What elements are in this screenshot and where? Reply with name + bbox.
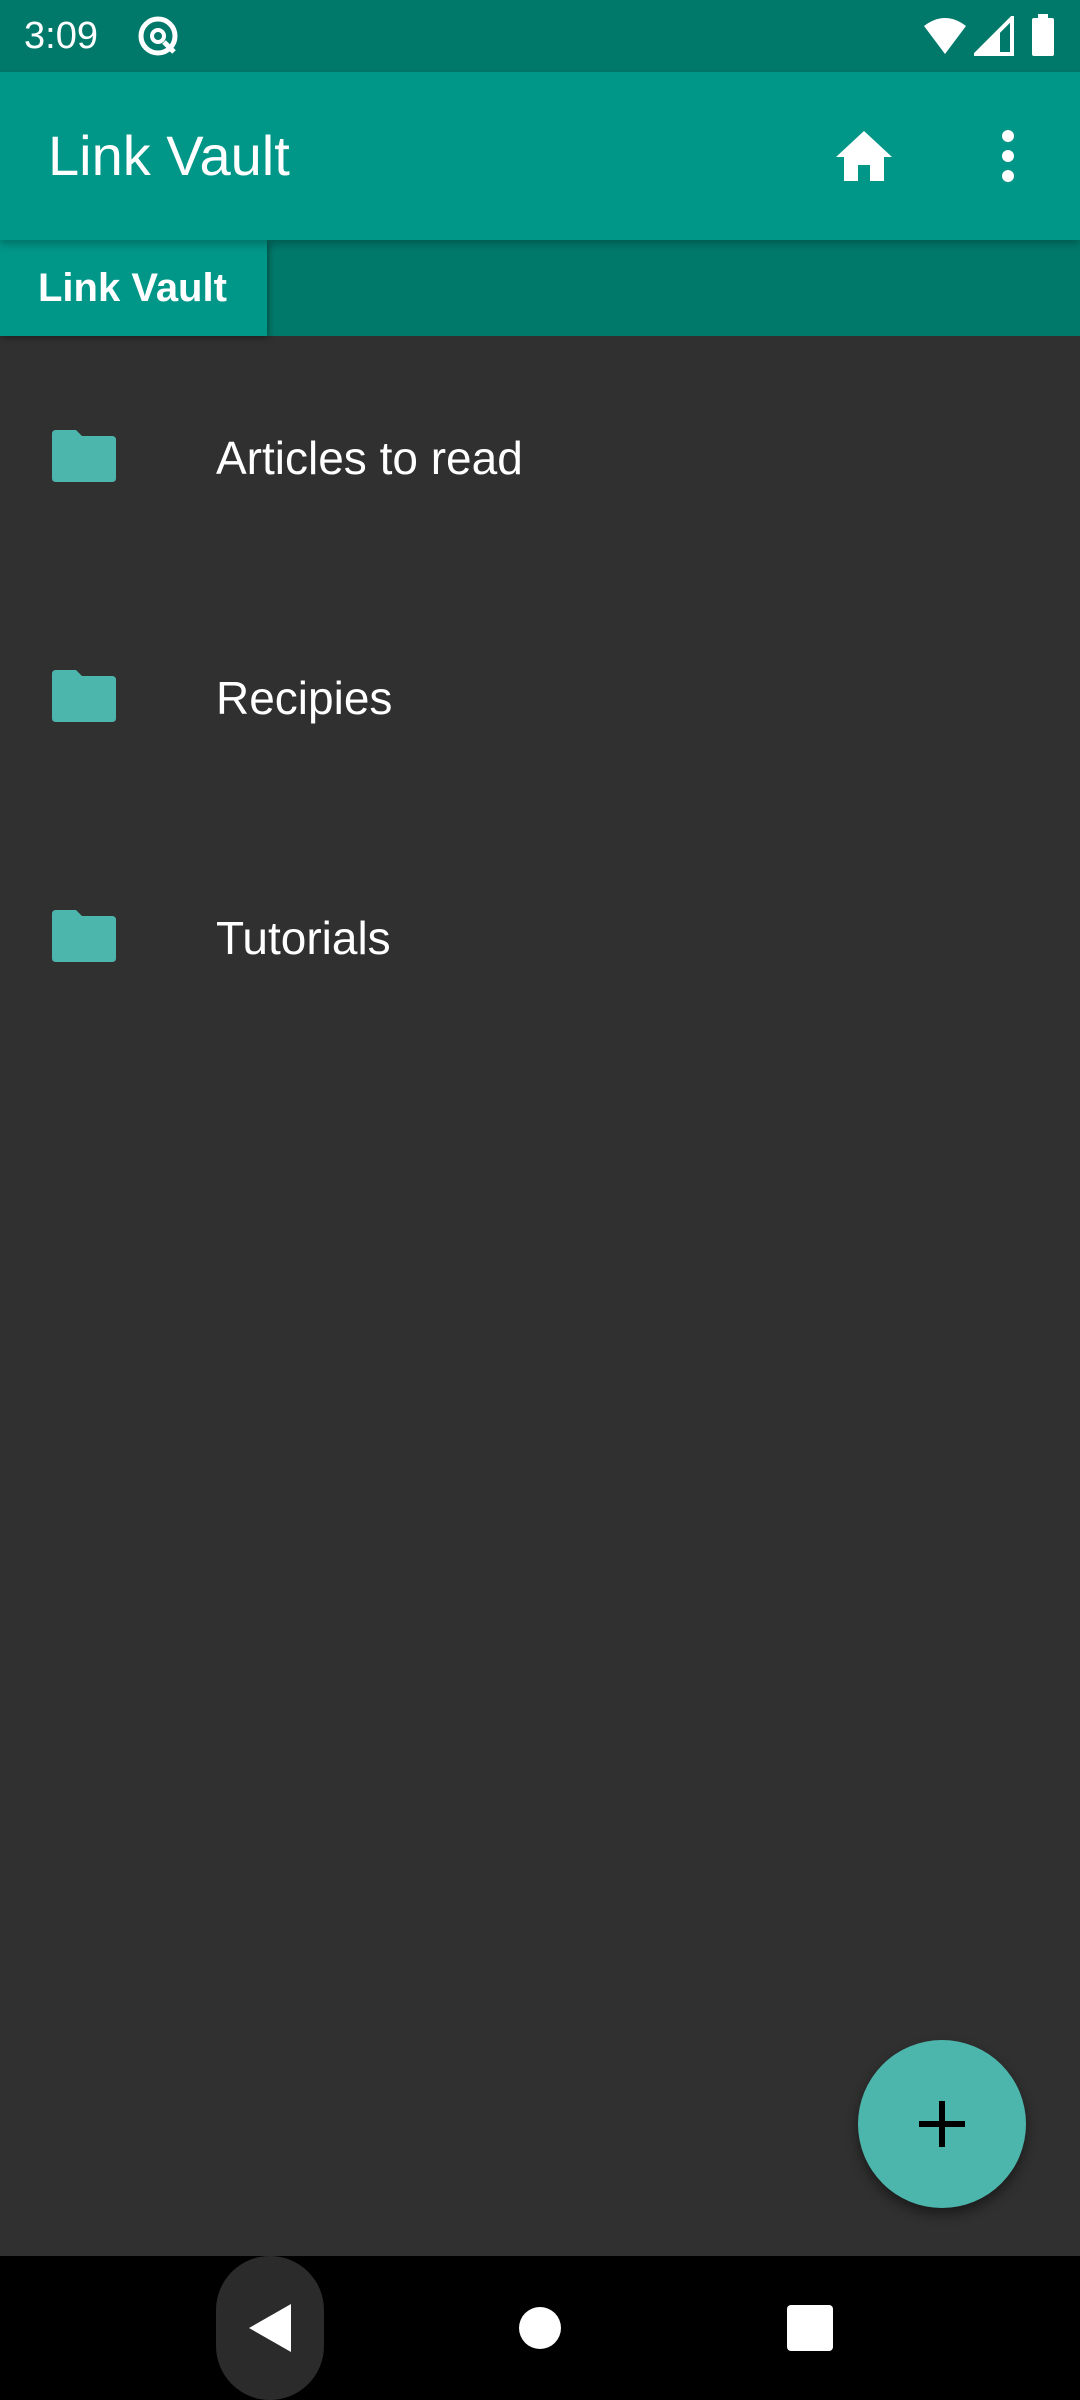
home-circle-icon <box>519 2307 561 2349</box>
at-sign-icon <box>138 16 178 56</box>
app-bar: Link Vault <box>0 72 1080 240</box>
folder-icon <box>52 910 116 962</box>
list-item-recipies[interactable]: Recipies <box>0 576 1080 816</box>
more-vert-icon <box>1002 130 1014 182</box>
list-item-tutorials[interactable]: Tutorials <box>0 816 1080 1056</box>
add-folder-button[interactable] <box>858 2040 1026 2208</box>
back-icon <box>249 2304 291 2352</box>
add-icon <box>919 2101 965 2147</box>
home-button[interactable] <box>828 120 900 192</box>
folder-list: Articles to read Recipies Tutorials <box>0 336 1080 1056</box>
screen: 3:09 Link Vault Link Vault Articles to r… <box>0 0 1080 2400</box>
nav-back-button[interactable] <box>216 2256 324 2400</box>
recents-square-icon <box>787 2305 833 2351</box>
breadcrumb: Link Vault <box>0 240 1080 336</box>
status-bar: 3:09 <box>0 0 1080 72</box>
system-nav-bar <box>0 2256 1080 2400</box>
folder-label: Tutorials <box>216 912 391 964</box>
nav-home-button[interactable] <box>486 2274 594 2382</box>
nav-recents-button[interactable] <box>756 2274 864 2382</box>
folder-icon <box>52 670 116 722</box>
app-title: Link Vault <box>48 124 290 187</box>
more-options-button[interactable] <box>972 120 1044 192</box>
folder-label: Articles to read <box>216 432 523 484</box>
battery-icon <box>1032 14 1054 56</box>
folder-icon <box>52 430 116 482</box>
folder-label: Recipies <box>216 672 393 724</box>
cell-signal-icon <box>974 16 1014 56</box>
wifi-icon <box>924 18 966 54</box>
breadcrumb-item-link-vault[interactable]: Link Vault <box>0 240 267 336</box>
list-item-articles-to-read[interactable]: Articles to read <box>0 336 1080 576</box>
status-time: 3:09 <box>24 15 98 57</box>
home-icon <box>836 131 892 181</box>
